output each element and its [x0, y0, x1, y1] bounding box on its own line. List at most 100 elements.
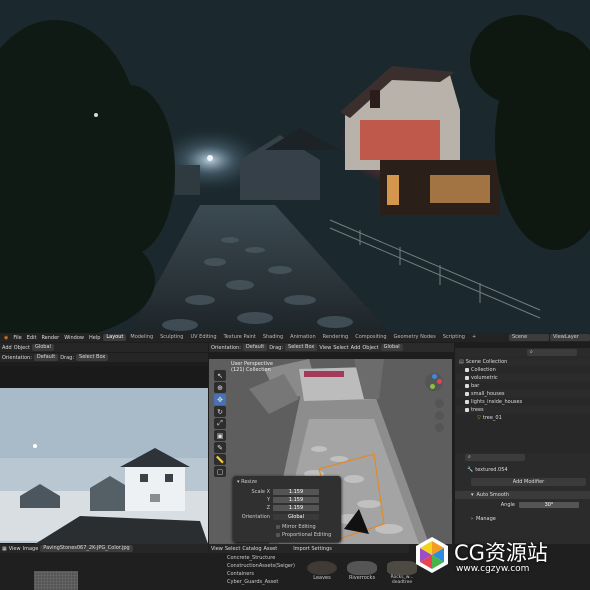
navigation-gizmo[interactable]	[425, 373, 443, 391]
tab-layout[interactable]: Layout	[103, 334, 127, 341]
camera-view-icon[interactable]	[435, 423, 444, 432]
image-editor-type-icon[interactable]: ▦	[2, 546, 7, 552]
asset-riverrocks[interactable]: Riverrocks	[344, 561, 380, 581]
resize-panel-header[interactable]: ▾ Resize	[233, 478, 341, 485]
modifier-name[interactable]: Auto Smooth	[477, 492, 510, 498]
menu-help[interactable]: Help	[87, 335, 102, 341]
tab-shading[interactable]: Shading	[260, 334, 286, 341]
tab-compositing[interactable]: Compositing	[352, 334, 389, 341]
mirror-editing-checkbox[interactable]	[276, 524, 280, 529]
tab-scripting[interactable]: Scripting	[440, 334, 468, 341]
catalog-item[interactable]: Cyber_Guards_Asset	[210, 578, 296, 586]
drag-dropdown[interactable]: Select Box	[76, 354, 109, 361]
pan-icon[interactable]	[435, 411, 444, 420]
manage-row[interactable]: › Manage	[455, 515, 590, 523]
asset-leaves[interactable]: Leaves	[304, 561, 340, 581]
catalog-item[interactable]: ConstructionAssets(Seiger)	[210, 562, 296, 570]
mirror-editing-row[interactable]: Mirror Editing	[233, 523, 341, 530]
scale-x-field[interactable]: 1.159	[273, 488, 319, 495]
image-menu[interactable]: Image	[23, 546, 39, 552]
trees-checkbox[interactable]	[465, 408, 469, 412]
asset-menu[interactable]: Asset	[264, 546, 278, 552]
outliner-item-trees[interactable]: trees	[455, 406, 590, 414]
lights-checkbox[interactable]	[465, 400, 469, 404]
manage-label: Manage	[476, 516, 496, 522]
select-tool-icon[interactable]: ↖	[214, 370, 226, 381]
render-viewport[interactable]	[0, 366, 208, 544]
transform-orientation-dropdown[interactable]: Global	[31, 344, 54, 351]
blender-logo-icon[interactable]: ◉	[2, 335, 10, 341]
chevron-right-icon[interactable]: ›	[471, 516, 473, 522]
menu-render[interactable]: Render	[39, 335, 61, 341]
catalog-item[interactable]: Concrete_Structure	[210, 554, 296, 562]
scale-tool-icon[interactable]: ⤢	[214, 418, 226, 429]
outliner-item-collection[interactable]: Collection	[455, 366, 590, 374]
object-name[interactable]: textured.054	[475, 467, 507, 473]
outliner-search[interactable]: ⌕	[527, 349, 577, 356]
tab-geometry-nodes[interactable]: Geometry Nodes	[391, 334, 439, 341]
image-view-menu[interactable]: View	[9, 546, 21, 552]
main-drag-dropdown[interactable]: Select Box	[285, 344, 318, 351]
add-modifier-button[interactable]: Add Modifier	[471, 478, 586, 486]
asset-select-menu[interactable]: Select	[225, 546, 240, 552]
angle-field[interactable]: 30°	[519, 502, 579, 508]
properties-search[interactable]: ⌕	[465, 454, 525, 461]
rotate-tool-icon[interactable]: ↻	[214, 406, 226, 417]
collection-checkbox[interactable]	[465, 368, 469, 372]
asset-view-menu[interactable]: View	[211, 546, 223, 552]
menu-file[interactable]: File	[11, 335, 23, 341]
proportional-editing-checkbox[interactable]	[276, 532, 280, 537]
object-menu[interactable]: Object	[14, 345, 30, 351]
collapse-arrow-icon[interactable]: ▾	[237, 479, 240, 485]
select-menu[interactable]: Select	[333, 345, 348, 351]
add-menu[interactable]: Add	[2, 345, 12, 351]
menu-window[interactable]: Window	[62, 335, 86, 341]
orientation-dropdown[interactable]: Default	[33, 354, 59, 361]
scale-z-field[interactable]: 1.159	[273, 504, 319, 511]
tab-modeling[interactable]: Modeling	[127, 334, 156, 341]
outliner-scene-collection[interactable]: ▤ Scene Collection	[455, 358, 590, 366]
annotate-tool-icon[interactable]: ✎	[214, 442, 226, 453]
cursor-tool-icon[interactable]: ⊕	[214, 382, 226, 393]
menu-edit[interactable]: Edit	[25, 335, 39, 341]
proportional-editing-row[interactable]: Proportional Editing	[233, 531, 341, 538]
outliner-item-small-houses[interactable]: small_houses	[455, 390, 590, 398]
modifier-header[interactable]: ▾ Auto Smooth	[455, 491, 590, 499]
tab-uv-editing[interactable]: UV Editing	[187, 334, 219, 341]
view-layer-selector[interactable]: ViewLayer	[550, 334, 590, 341]
outliner-item-lights[interactable]: lights_inside_houses	[455, 398, 590, 406]
asset-catalog-menu[interactable]: Catalog	[242, 546, 261, 552]
outliner-item-tree-01[interactable]: ▽ tree_01	[455, 414, 590, 422]
transform-tool-icon[interactable]: ▣	[214, 430, 226, 441]
import-settings-menu[interactable]: Import Settings	[293, 546, 332, 552]
add-cube-tool-icon[interactable]: ▢	[214, 466, 226, 477]
image-file-selector[interactable]: PavingStones067_2K-JPG_Color.jpg	[40, 545, 133, 552]
scene-selector[interactable]: Scene	[509, 334, 549, 341]
small-houses-checkbox[interactable]	[465, 392, 469, 396]
resize-operator-panel[interactable]: ▾ Resize Scale X 1.159 Y 1.159 Z 1.159 O…	[233, 476, 341, 542]
scale-y-field[interactable]: 1.159	[273, 496, 319, 503]
view-menu[interactable]: View	[319, 345, 331, 351]
main-object-menu[interactable]: Object	[362, 345, 378, 351]
tab-animation[interactable]: Animation	[287, 334, 319, 341]
tab-texture-paint[interactable]: Texture Paint	[221, 334, 259, 341]
outliner-item-volumetric[interactable]: volumetric	[455, 374, 590, 382]
resize-orientation-dropdown[interactable]: Global	[273, 513, 319, 520]
measure-tool-icon[interactable]: 📏	[214, 454, 226, 465]
gizmo-y-axis-icon[interactable]	[430, 384, 435, 389]
add-workspace-button[interactable]: +	[469, 334, 479, 341]
move-tool-icon[interactable]: ✥	[214, 394, 226, 405]
catalog-item[interactable]: Containers	[210, 570, 296, 578]
gizmo-x-axis-icon[interactable]	[437, 379, 442, 384]
tab-sculpting[interactable]: Sculpting	[157, 334, 186, 341]
main-add-menu[interactable]: Add	[351, 345, 361, 351]
outliner-item-bar[interactable]: bar	[455, 382, 590, 390]
main-transform-dropdown[interactable]: Global	[380, 344, 403, 351]
main-orientation-dropdown[interactable]: Default	[242, 344, 268, 351]
tab-rendering[interactable]: Rendering	[320, 334, 352, 341]
expand-arrow-icon[interactable]: ▾	[471, 492, 474, 498]
zoom-icon[interactable]	[435, 399, 444, 408]
volumetric-checkbox[interactable]	[465, 376, 469, 380]
bar-checkbox[interactable]	[465, 384, 469, 388]
gizmo-z-axis-icon[interactable]	[432, 374, 437, 379]
